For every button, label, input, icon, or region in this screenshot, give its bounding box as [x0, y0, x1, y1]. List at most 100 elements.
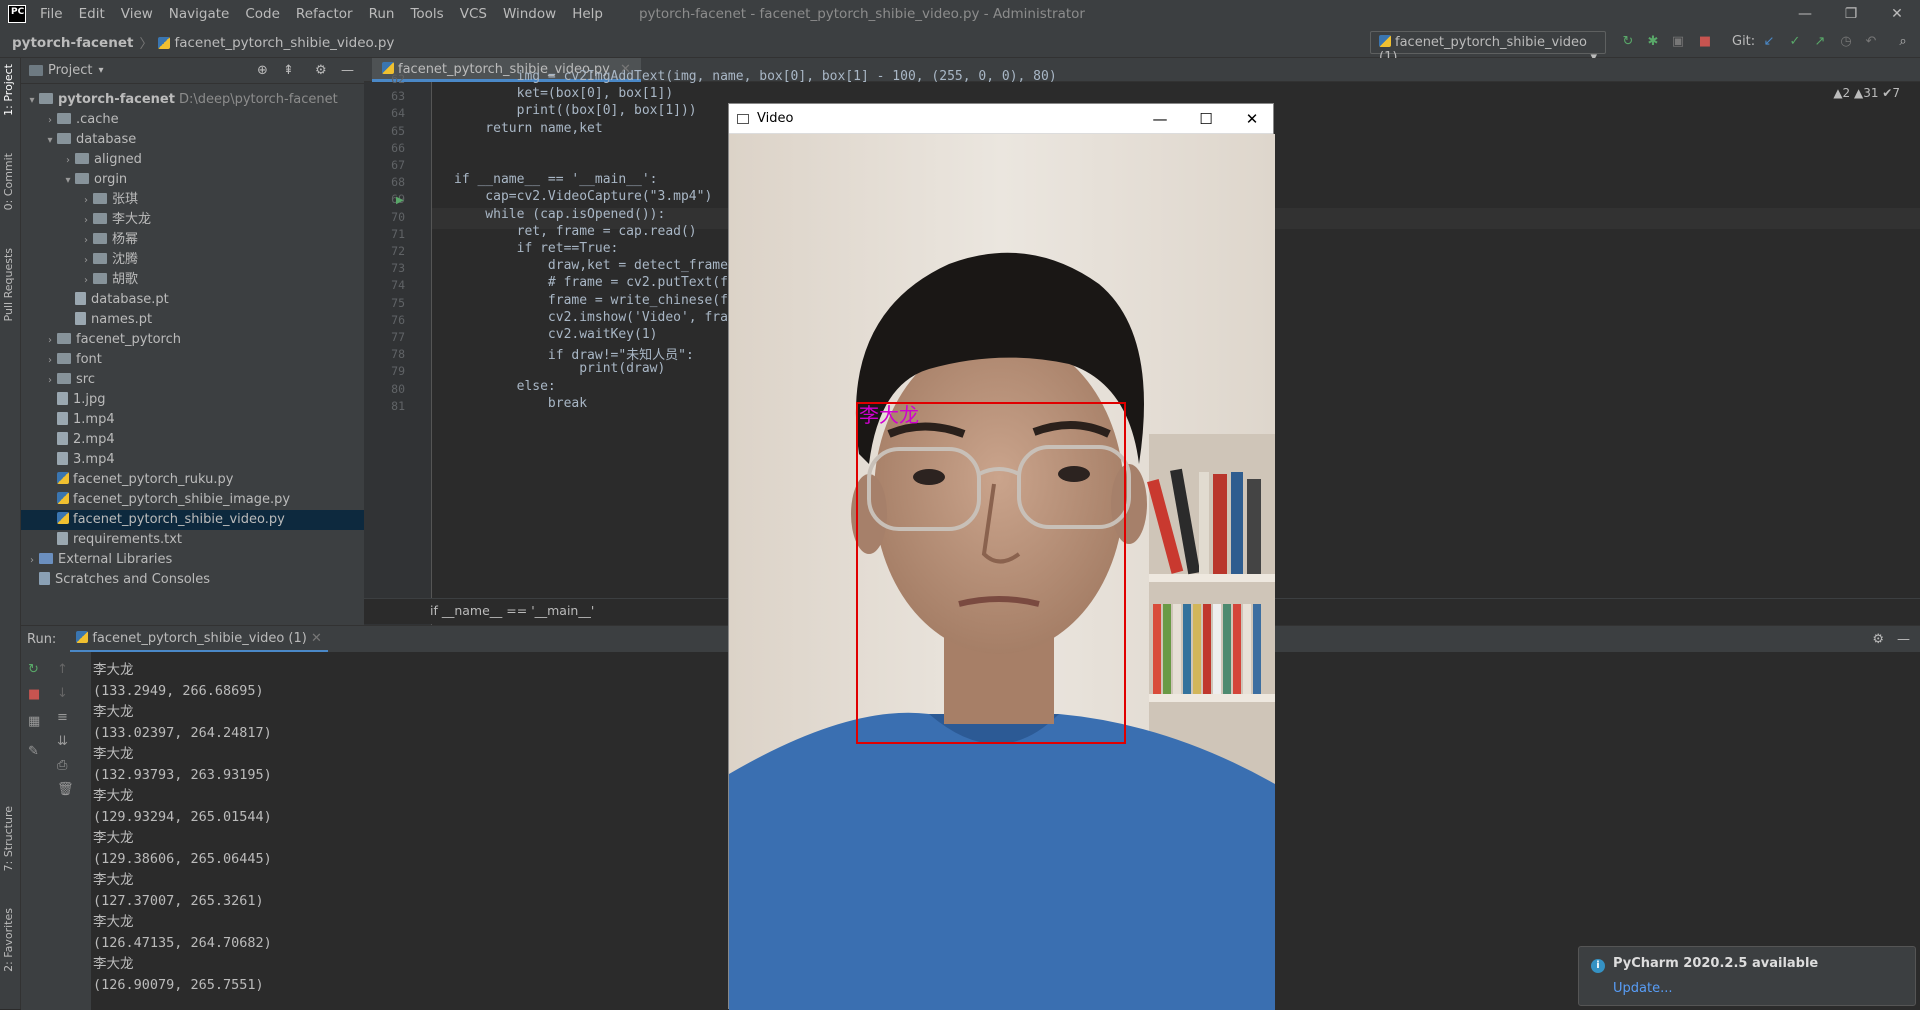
tree-item[interactable]: › src: [21, 370, 364, 390]
run-tab[interactable]: facenet_pytorch_shibie_video (1) ✕: [70, 627, 328, 652]
chevron-down-icon[interactable]: ▾: [98, 65, 103, 76]
menu-edit[interactable]: Edit: [71, 0, 113, 28]
menu-run[interactable]: Run: [361, 0, 403, 28]
code-line[interactable]: cv2.waitKey(1): [454, 327, 658, 342]
chevron-right-icon[interactable]: ›: [43, 111, 57, 131]
tree-item[interactable]: database.pt: [21, 290, 364, 310]
tree-item[interactable]: Scratches and Consoles: [21, 570, 364, 590]
tab-favorites[interactable]: 2: Favorites: [2, 908, 15, 972]
menu-tools[interactable]: Tools: [402, 0, 451, 28]
code-line[interactable]: if ret==True:: [454, 241, 619, 256]
run-config-dropdown[interactable]: facenet_pytorch_shibie_video (1)▾: [1370, 31, 1606, 65]
tree-item[interactable]: facenet_pytorch_shibie_image.py: [21, 490, 364, 510]
tree-item[interactable]: › External Libraries: [21, 550, 364, 570]
code-line[interactable]: print(draw): [454, 361, 665, 376]
chevron-right-icon[interactable]: ›: [79, 271, 93, 291]
tree-item[interactable]: › 张琪: [21, 190, 364, 210]
update-notification[interactable]: i PyCharm 2020.2.5 available Update...: [1578, 946, 1916, 1006]
tree-item[interactable]: names.pt: [21, 310, 364, 330]
tree-root[interactable]: ▾ pytorch-facenet D:\deep\pytorch-facenet: [21, 90, 364, 110]
soft-wrap-icon[interactable]: ≡: [57, 710, 68, 725]
code-line[interactable]: print((box[0], box[1])): [454, 103, 697, 118]
code-line[interactable]: cap=cv2.VideoCapture("3.mp4"): [454, 189, 712, 204]
chevron-right-icon[interactable]: ›: [79, 231, 93, 251]
code-line[interactable]: img = cv2ImgAddText(img, name, box[0], b…: [454, 69, 1057, 84]
menu-file[interactable]: File: [32, 0, 71, 28]
search-icon[interactable]: ⌕: [1895, 34, 1911, 50]
git-commit-icon[interactable]: ✓: [1787, 34, 1803, 50]
trash-icon[interactable]: 🗑: [57, 782, 74, 797]
code-line[interactable]: if draw!="未知人员":: [454, 344, 694, 363]
code-line[interactable]: else:: [454, 379, 556, 394]
chevron-down-icon[interactable]: ▾: [61, 171, 75, 191]
rollback-icon[interactable]: ↶: [1863, 34, 1879, 50]
chevron-right-icon[interactable]: ›: [43, 351, 57, 371]
arrow-down-icon[interactable]: ↓: [57, 686, 68, 701]
tree-item[interactable]: facenet_pytorch_shibie_video.py: [21, 510, 364, 530]
tree-item[interactable]: › facenet_pytorch: [21, 330, 364, 350]
close-icon[interactable]: ✕: [311, 631, 322, 646]
print-icon[interactable]: ⎙: [57, 758, 67, 773]
tree-item[interactable]: ▾ orgin: [21, 170, 364, 190]
hide-icon[interactable]: —: [1897, 632, 1910, 647]
rerun-icon[interactable]: ↻: [1620, 34, 1636, 50]
menu-code[interactable]: Code: [237, 0, 288, 28]
tree-item[interactable]: 1.jpg: [21, 390, 364, 410]
chevron-right-icon[interactable]: ›: [79, 191, 93, 211]
maximize-button[interactable]: ☐: [1183, 104, 1229, 134]
chevron-right-icon[interactable]: ›: [25, 551, 39, 571]
tree-item[interactable]: › aligned: [21, 150, 364, 170]
code-line[interactable]: frame = write_chinese(fram: [454, 293, 752, 308]
tree-item[interactable]: facenet_pytorch_ruku.py: [21, 470, 364, 490]
locate-icon[interactable]: ⊕: [257, 63, 268, 78]
restore-button[interactable]: ❐: [1828, 0, 1874, 28]
code-line[interactable]: while (cap.isOpened()):: [454, 207, 665, 222]
menu-help[interactable]: Help: [564, 0, 611, 28]
tree-item[interactable]: › .cache: [21, 110, 364, 130]
debug-icon[interactable]: ✱: [1645, 34, 1661, 50]
tree-item[interactable]: › 沈腾: [21, 250, 364, 270]
scroll-end-icon[interactable]: ⇊: [57, 734, 68, 749]
minimize-button[interactable]: —: [1137, 104, 1183, 134]
chevron-right-icon[interactable]: ›: [79, 211, 93, 231]
menu-vcs[interactable]: VCS: [452, 0, 495, 28]
gear-icon[interactable]: ⚙: [315, 63, 327, 78]
tree-item[interactable]: › 杨幂: [21, 230, 364, 250]
menu-view[interactable]: View: [113, 0, 161, 28]
console-output[interactable]: 李大龙 (133.2949, 266.68695) 李大龙 (133.02397, 2…: [93, 660, 272, 996]
chevron-right-icon[interactable]: ›: [43, 371, 57, 391]
project-panel-title[interactable]: Project: [48, 63, 92, 78]
inspection-widget[interactable]: ▲2 ▲31 ✔7: [1833, 86, 1900, 100]
menu-window[interactable]: Window: [495, 0, 564, 28]
tab-commit[interactable]: 0: Commit: [2, 153, 15, 210]
update-link[interactable]: Update...: [1613, 981, 1672, 996]
code-line[interactable]: if __name__ == '__main__':: [454, 172, 658, 187]
tab-structure[interactable]: 7: Structure: [2, 806, 15, 871]
git-push-icon[interactable]: ↗: [1812, 34, 1828, 50]
menu-navigate[interactable]: Navigate: [161, 0, 238, 28]
close-button[interactable]: ✕: [1229, 104, 1275, 134]
breadcrumb-project[interactable]: pytorch-facenet: [12, 35, 133, 51]
tree-item[interactable]: 3.mp4: [21, 450, 364, 470]
tree-item[interactable]: 2.mp4: [21, 430, 364, 450]
history-icon[interactable]: ◷: [1838, 34, 1854, 50]
minimize-button[interactable]: —: [1782, 0, 1828, 28]
git-update-icon[interactable]: ↙: [1761, 34, 1777, 50]
tree-item[interactable]: › 胡歌: [21, 270, 364, 290]
chevron-right-icon[interactable]: ›: [61, 151, 75, 171]
code-line[interactable]: break: [454, 396, 587, 411]
tree-item[interactable]: requirements.txt: [21, 530, 364, 550]
tree-item[interactable]: › font: [21, 350, 364, 370]
hide-icon[interactable]: —: [341, 63, 354, 78]
layout-icon[interactable]: ▦: [28, 714, 40, 729]
code-line[interactable]: return name,ket: [454, 121, 602, 136]
arrow-up-icon[interactable]: ↑: [57, 662, 68, 677]
code-line[interactable]: ket=(box[0], box[1]): [454, 86, 674, 101]
chevron-right-icon[interactable]: ›: [79, 251, 93, 271]
tree-item[interactable]: 1.mp4: [21, 410, 364, 430]
breadcrumb-file[interactable]: facenet_pytorch_shibie_video.py: [174, 35, 394, 51]
tree-item[interactable]: › 李大龙: [21, 210, 364, 230]
close-button[interactable]: ✕: [1874, 0, 1920, 28]
stop-icon[interactable]: ■: [28, 687, 40, 702]
rerun-icon[interactable]: ↻: [28, 662, 39, 677]
